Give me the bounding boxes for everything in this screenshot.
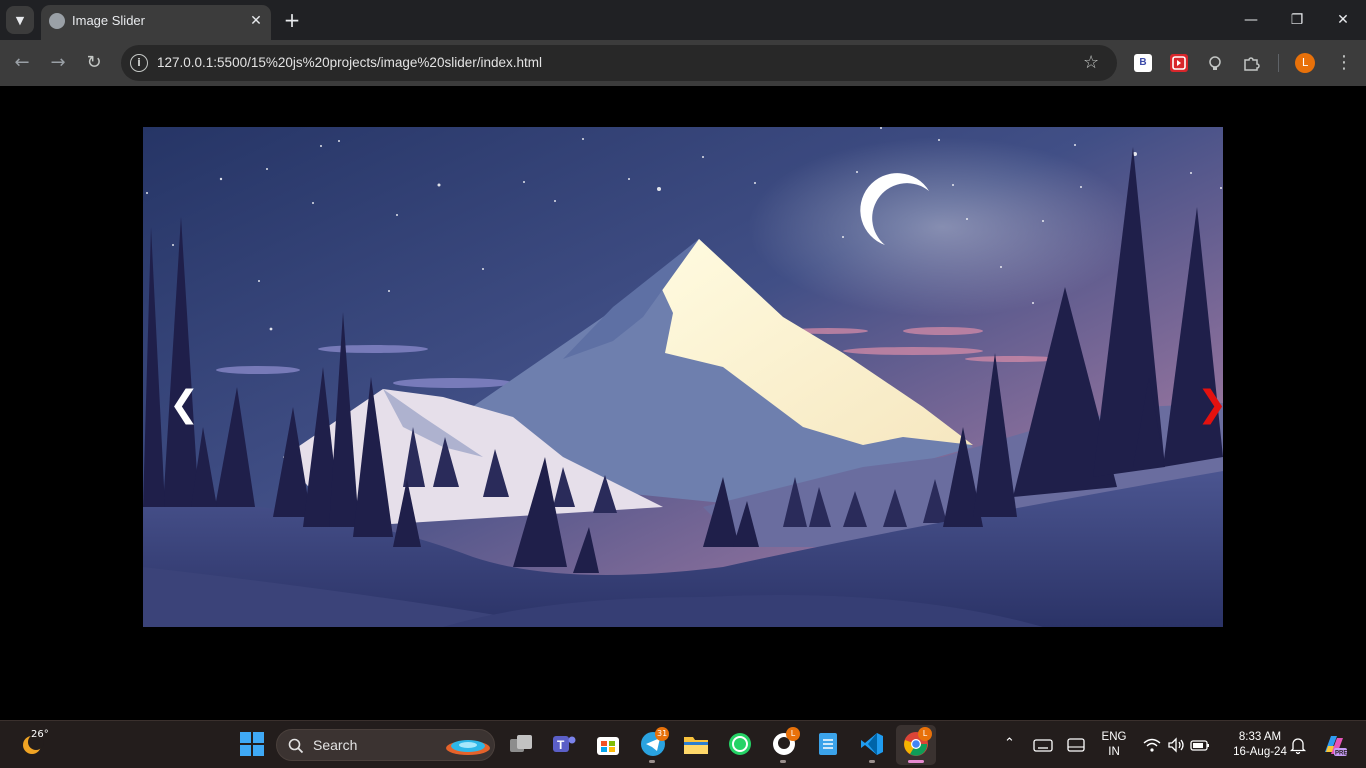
browser-toolbar: ← → ↻ i 127.0.0.1:5500/15%20js%20project… xyxy=(0,40,1366,86)
telegram-running-indicator xyxy=(649,760,655,763)
forward-button[interactable]: → xyxy=(47,52,69,74)
minimize-button[interactable]: — xyxy=(1241,10,1261,30)
chrome-active-indicator xyxy=(908,760,924,763)
language-indicator[interactable]: ENG IN xyxy=(1096,730,1132,760)
bulb-extension-icon[interactable] xyxy=(1206,54,1224,72)
region-code: IN xyxy=(1108,746,1120,758)
battery-icon[interactable] xyxy=(1190,735,1210,755)
whatsapp-icon[interactable] xyxy=(727,731,753,757)
language-code: ENG xyxy=(1101,731,1127,743)
tab-title: Image Slider xyxy=(72,13,145,28)
teams-icon[interactable]: T xyxy=(551,731,577,757)
search-highlight-icon xyxy=(446,740,490,755)
github-running-indicator xyxy=(780,760,786,763)
url-text[interactable]: 127.0.0.1:5500/15%20js%20projects/image%… xyxy=(157,55,542,70)
image-slider: ❮ ❯ xyxy=(143,127,1223,627)
close-window-button[interactable]: ✕ xyxy=(1333,10,1353,30)
address-bar[interactable]: i 127.0.0.1:5500/15%20js%20projects/imag… xyxy=(121,45,1117,81)
active-tab[interactable]: Image Slider ✕ xyxy=(41,5,271,40)
notepad-icon[interactable] xyxy=(815,731,841,757)
clock-date: 16-Aug-24 xyxy=(1233,746,1287,758)
taskbar-search-box[interactable]: Search xyxy=(276,729,495,761)
next-slide-button[interactable]: ❯ xyxy=(1197,385,1223,425)
github-badge: L xyxy=(786,727,800,741)
svg-text:PRE: PRE xyxy=(1335,751,1347,757)
b-extension-icon[interactable]: B xyxy=(1134,54,1152,72)
tab-bar: ▼ Image Slider ✕ + — ❐ ✕ xyxy=(0,0,1366,40)
slide-image xyxy=(143,127,1223,627)
keyboard-icon[interactable] xyxy=(1033,735,1053,755)
weather-temperature: 26° xyxy=(31,729,49,740)
show-hidden-icons-chevron[interactable]: ⌃ xyxy=(1004,735,1015,751)
toolbar-divider xyxy=(1278,54,1279,72)
vscode-running-indicator xyxy=(869,760,875,763)
volume-icon[interactable] xyxy=(1166,735,1186,755)
task-view-icon[interactable] xyxy=(508,731,534,757)
taskbar: 26° Search T 31 L L ⌃ ENG IN 8:33 AM 16-… xyxy=(0,720,1366,768)
copilot-icon[interactable]: PRE xyxy=(1321,732,1347,758)
new-tab-button[interactable]: + xyxy=(282,10,302,30)
clock[interactable]: 8:33 AM 16-Aug-24 xyxy=(1222,730,1298,760)
profile-avatar[interactable]: L xyxy=(1295,53,1315,73)
chrome-badge: L xyxy=(918,727,932,741)
telegram-badge: 31 xyxy=(655,727,670,741)
svg-text:T: T xyxy=(557,738,565,752)
back-button[interactable]: ← xyxy=(11,52,33,74)
globe-icon xyxy=(49,13,65,29)
start-windows-icon[interactable] xyxy=(239,731,265,757)
red-extension-icon[interactable] xyxy=(1170,54,1188,72)
clock-time: 8:33 AM xyxy=(1238,731,1282,743)
search-icon xyxy=(288,738,304,754)
restore-button[interactable]: ❐ xyxy=(1287,10,1307,30)
vscode-icon[interactable] xyxy=(859,731,885,757)
file-explorer-icon[interactable] xyxy=(683,731,709,757)
search-placeholder: Search xyxy=(313,737,358,753)
site-info-icon[interactable]: i xyxy=(130,54,148,72)
kebab-menu-icon[interactable]: ⋮ xyxy=(1335,52,1353,74)
notification-bell-icon[interactable] xyxy=(1288,735,1308,755)
reload-button[interactable]: ↻ xyxy=(83,52,105,74)
close-tab-icon[interactable]: ✕ xyxy=(247,12,265,30)
chevron-down-icon: ▼ xyxy=(15,13,25,27)
puzzle-extensions-icon[interactable] xyxy=(1242,54,1260,72)
touchpad-icon[interactable] xyxy=(1066,735,1086,755)
microsoft-store-icon[interactable] xyxy=(595,731,621,757)
page-content: ❮ ❯ xyxy=(0,86,1366,720)
tab-search-button[interactable]: ▼ xyxy=(6,6,34,34)
bookmark-star-icon[interactable]: ☆ xyxy=(1083,52,1099,73)
wifi-icon[interactable] xyxy=(1142,735,1162,755)
previous-slide-button[interactable]: ❮ xyxy=(169,385,199,425)
